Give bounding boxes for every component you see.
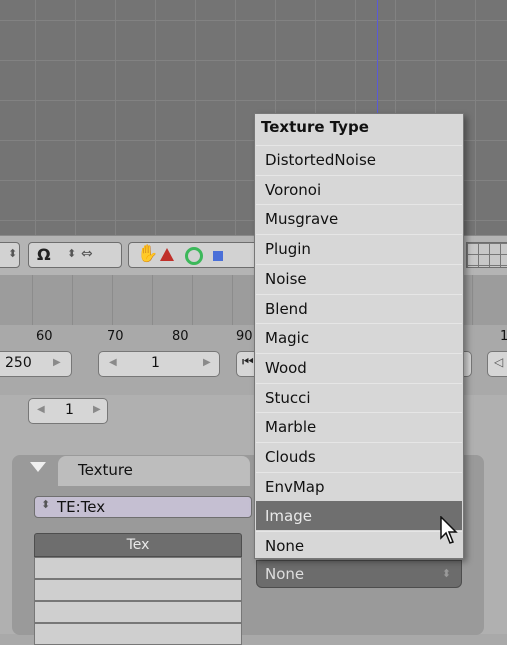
layer-buttons[interactable]	[466, 242, 507, 268]
pivot-select-button[interactable]: Ω ⬍ ⇔	[28, 242, 122, 268]
menu-title: Texture Type	[261, 118, 369, 136]
menu-item-magic[interactable]: Magic	[256, 323, 462, 352]
timeline-tick: 80	[172, 329, 189, 344]
texture-channel-header: Tex	[34, 533, 242, 557]
decrement-arrow-icon[interactable]: ◀	[109, 357, 117, 368]
rotate-manipulator-icon[interactable]	[185, 247, 203, 265]
timeline-tick: 60	[36, 329, 53, 344]
skip-to-start-icon: ⏮	[242, 355, 254, 370]
menu-item-plugin[interactable]: Plugin	[256, 234, 462, 263]
texture-channel-slot[interactable]	[34, 601, 242, 623]
texture-channel-slot[interactable]	[34, 623, 242, 645]
menu-item-marble[interactable]: Marble	[256, 412, 462, 441]
decrement-arrow-icon[interactable]: ◀	[37, 404, 45, 415]
timeline-tick: 1	[500, 329, 507, 344]
timeline-tick: 90	[236, 329, 253, 344]
increment-arrow-icon[interactable]: ▶	[53, 357, 61, 368]
menu-item-none[interactable]: None	[256, 531, 462, 560]
texture-type-select[interactable]: None ⬍	[256, 560, 462, 588]
updown-arrow-icon: ⬍	[441, 567, 451, 580]
end-frame-value: 250	[5, 355, 32, 371]
increment-arrow-icon[interactable]: ▶	[93, 404, 101, 415]
updown-arrow-icon: ⬍	[67, 247, 77, 260]
texture-name-field[interactable]: ⬍ TE:Tex	[34, 496, 252, 518]
end-frame-field[interactable]: 250 ▶	[0, 351, 72, 377]
menu-item-clouds[interactable]: Clouds	[256, 442, 462, 471]
texture-name-value: TE:Tex	[57, 498, 106, 516]
menu-item-voronoi[interactable]: Voronoi	[256, 174, 462, 204]
translate-manipulator-icon[interactable]	[160, 248, 174, 261]
updown-arrow-icon: ⬍	[8, 247, 18, 260]
tab-texture[interactable]: Texture	[58, 456, 250, 486]
menu-item-stucci[interactable]: Stucci	[256, 382, 462, 412]
scale-manipulator-icon[interactable]	[213, 251, 223, 261]
collapse-triangle-icon[interactable]	[30, 462, 46, 472]
timeline-tick: 70	[107, 329, 124, 344]
texture-type-menu: Texture Type DistortedNoise Voronoi Musgra…	[254, 113, 464, 559]
mouse-cursor-icon	[440, 516, 458, 544]
speaker-icon: ◁	[494, 355, 504, 369]
step-frame-field[interactable]: ◀ 1 ▶	[28, 398, 108, 424]
menu-item-wood[interactable]: Wood	[256, 352, 462, 382]
hand-icon[interactable]: ✋	[137, 244, 158, 264]
menu-item-envmap[interactable]: EnvMap	[256, 471, 462, 501]
audio-button[interactable]: ◁	[487, 351, 507, 377]
texture-type-value: None	[265, 565, 305, 583]
texture-channel-slot[interactable]	[34, 557, 242, 579]
manipulator-toolbar: ✋	[128, 242, 258, 268]
current-frame-field[interactable]: ◀ 1 ▶	[98, 351, 220, 377]
browse-icon[interactable]: ⬍	[41, 498, 50, 511]
transform-widget-icon: ⇔	[81, 246, 93, 262]
menu-item-noise[interactable]: Noise	[256, 263, 462, 293]
increment-arrow-icon[interactable]: ▶	[203, 357, 211, 368]
magnet-icon: Ω	[37, 245, 51, 264]
tab-texture-label: Texture	[78, 461, 133, 479]
menu-item-blend[interactable]: Blend	[256, 293, 462, 323]
current-frame-value: 1	[151, 355, 160, 371]
mode-select-button[interactable]: ⬍	[0, 242, 20, 268]
step-frame-value: 1	[65, 402, 74, 418]
menu-item-musgrave[interactable]: Musgrave	[256, 204, 462, 233]
menu-item-distortednoise[interactable]: DistortedNoise	[256, 145, 462, 174]
menu-item-image[interactable]: Image	[256, 501, 462, 531]
texture-channel-slot[interactable]	[34, 579, 242, 601]
